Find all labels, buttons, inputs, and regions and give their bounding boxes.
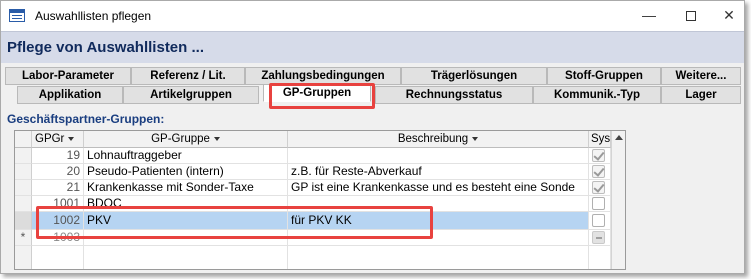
cell-beschreibung[interactable] — [288, 148, 589, 164]
window-title: Auswahllisten pflegen — [35, 9, 152, 23]
sort-dropdown-icon[interactable] — [213, 136, 220, 141]
tab-weitere[interactable]: Weitere... — [661, 67, 741, 85]
empty-cell — [32, 246, 84, 269]
sysd-checkbox[interactable] — [592, 149, 605, 162]
cell-beschreibung[interactable] — [288, 230, 589, 246]
cell-gpgr[interactable]: 20 — [32, 164, 84, 180]
cell-beschreibung[interactable]: für PKV KK — [288, 212, 589, 230]
scroll-up-icon[interactable] — [615, 135, 623, 140]
column-header-gpgr[interactable]: GPGr — [32, 131, 84, 148]
column-header-beschreibung-label: Beschreibung — [397, 133, 469, 145]
tab-labor-parameter[interactable]: Labor-Parameter — [5, 67, 131, 85]
sort-dropdown-icon[interactable] — [472, 136, 479, 141]
cell-gp-gruppe[interactable]: Lohnauftraggeber — [84, 148, 288, 164]
tab-rechnungsstatus[interactable]: Rechnungsstatus — [375, 86, 533, 104]
tab-traegerloesungen[interactable]: Trägerlösungen — [401, 67, 547, 85]
empty-cell — [288, 246, 589, 269]
sysd-checkbox[interactable] — [592, 165, 605, 178]
row-selector[interactable] — [15, 180, 32, 196]
cell-sysd — [589, 180, 611, 196]
cell-sysd — [589, 196, 611, 212]
cell-sysd — [589, 148, 611, 164]
sysd-checkbox[interactable] — [592, 214, 605, 227]
row-selector[interactable] — [15, 148, 32, 164]
cell-sysd — [589, 230, 611, 246]
close-icon[interactable]: ✕ — [707, 1, 744, 31]
tab-lager[interactable]: Lager — [661, 86, 741, 104]
cell-gp-gruppe[interactable] — [84, 230, 288, 246]
form-title: Pflege von Auswahllisten ... — [7, 39, 204, 56]
row-selector[interactable] — [15, 212, 32, 230]
column-header-gp-gruppe[interactable]: GP-Gruppe — [84, 131, 288, 148]
cell-gpgr[interactable]: 1001 — [32, 196, 84, 212]
section-label: Geschäftspartner-Gruppen: — [7, 112, 165, 126]
cell-gpgr[interactable]: 19 — [32, 148, 84, 164]
tab-referenz[interactable]: Referenz / Lit. — [131, 67, 245, 85]
cell-beschreibung[interactable]: GP ist eine Krankenkasse und es besteht … — [288, 180, 589, 196]
cell-gpgr[interactable]: 21 — [32, 180, 84, 196]
cell-beschreibung[interactable]: z.B. für Reste-Abverkauf — [288, 164, 589, 180]
cell-gp-gruppe[interactable]: BDOC — [84, 196, 288, 212]
window: Auswahllisten pflegen — ✕ Pflege von Aus… — [0, 0, 745, 274]
cell-gp-gruppe[interactable]: PKV — [84, 212, 288, 230]
title-bar: Auswahllisten pflegen — ✕ — [1, 1, 744, 31]
cell-sysd — [589, 212, 611, 230]
header-corner — [15, 131, 32, 148]
minimize-icon[interactable]: — — [627, 1, 671, 31]
row-selector-empty — [15, 246, 32, 269]
tab-gp-gruppen[interactable]: GP-Gruppen — [263, 84, 371, 102]
tab-stoff-gruppen[interactable]: Stoff-Gruppen — [547, 67, 661, 85]
cell-gp-gruppe[interactable]: Krankenkasse mit Sonder-Taxe — [84, 180, 288, 196]
sort-dropdown-icon[interactable] — [68, 136, 75, 141]
tab-applikation[interactable]: Applikation — [17, 86, 123, 104]
row-selector[interactable] — [15, 196, 32, 212]
sysd-checkbox[interactable] — [592, 231, 605, 244]
cell-gp-gruppe[interactable]: Pseudo-Patienten (intern) — [84, 164, 288, 180]
tab-kommunik-typ[interactable]: Kommunik.-Typ — [533, 86, 661, 104]
row-selector[interactable] — [15, 164, 32, 180]
cell-gpgr[interactable]: 1002 — [32, 212, 84, 230]
column-header-gp-gruppe-label: GP-Gruppe — [151, 133, 210, 145]
form-icon — [9, 9, 25, 22]
gp-groups-table: GPGr GP-Gruppe Beschreibung SysD 19 Lohn… — [14, 130, 626, 270]
vertical-scrollbar[interactable] — [611, 131, 625, 269]
column-header-sysd[interactable]: SysD — [589, 131, 611, 148]
column-header-gpgr-label: GPGr — [35, 133, 65, 145]
tab-artikelgruppen[interactable]: Artikelgruppen — [123, 86, 259, 104]
cell-gpgr[interactable]: 1003 — [32, 230, 84, 246]
cell-beschreibung[interactable] — [288, 196, 589, 212]
sysd-checkbox[interactable] — [592, 197, 605, 210]
sysd-checkbox[interactable] — [592, 181, 605, 194]
column-header-beschreibung[interactable]: Beschreibung — [288, 131, 589, 148]
empty-cell — [84, 246, 288, 269]
tab-strip: Labor-Parameter Referenz / Lit. Zahlungs… — [3, 67, 744, 105]
empty-cell — [589, 246, 611, 269]
new-record-marker[interactable]: * — [15, 230, 32, 246]
form-header: Pflege von Auswahllisten ... — [1, 31, 744, 63]
tab-zahlungsbedingungen[interactable]: Zahlungsbedingungen — [245, 67, 401, 85]
cell-sysd — [589, 164, 611, 180]
